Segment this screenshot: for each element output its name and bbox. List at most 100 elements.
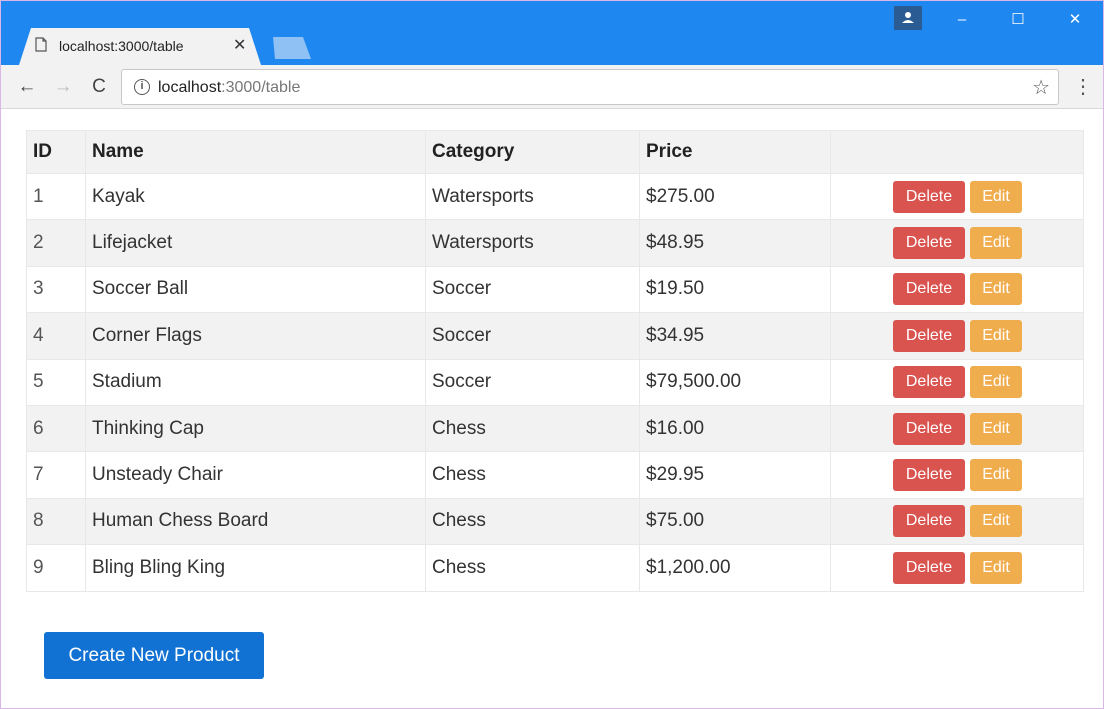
cell-price: $1,200.00 xyxy=(639,544,831,592)
delete-button[interactable]: Delete xyxy=(893,505,965,538)
table-row: 9 Bling Bling King Chess $1,200.00 Delete Edi… xyxy=(26,544,1084,592)
table-row: 2 Lifejacket Watersports $48.95 Delete Edit xyxy=(26,219,1084,267)
cell-actions: Delete Edit xyxy=(830,358,1084,406)
new-tab-button[interactable] xyxy=(273,37,311,59)
url-host: localhost xyxy=(158,79,222,96)
delete-button[interactable]: Delete xyxy=(893,551,965,584)
edit-button[interactable]: Edit xyxy=(970,273,1022,306)
cell-id: 8 xyxy=(26,497,86,546)
url-text: localhost:3000/table xyxy=(158,79,300,97)
cell-id: 3 xyxy=(26,265,86,314)
forward-icon[interactable]: → xyxy=(51,75,75,99)
cell-id: 4 xyxy=(26,312,86,360)
header-name: Name xyxy=(85,130,426,174)
edit-button[interactable]: Edit xyxy=(970,180,1022,213)
title-bar: localhost:3000/table ✕ – ☐ ✕ xyxy=(1,1,1103,65)
cell-price: $34.95 xyxy=(639,312,831,360)
cell-actions: Delete Edit xyxy=(830,312,1084,360)
cell-id: 1 xyxy=(26,172,86,221)
cell-price: $79,500.00 xyxy=(639,358,831,406)
table-row: 3 Soccer Ball Soccer $19.50 Delete Edit xyxy=(26,265,1084,314)
cell-category: Chess xyxy=(425,544,640,592)
cell-id: 6 xyxy=(26,404,86,453)
table-row: 1 Kayak Watersports $275.00 Delete Edit xyxy=(26,172,1084,221)
cell-actions: Delete Edit xyxy=(830,404,1084,453)
url-path: :3000/table xyxy=(221,79,301,96)
tab-title: localhost:3000/table xyxy=(59,38,184,54)
reload-icon[interactable]: C xyxy=(87,75,111,99)
cell-name: Thinking Cap xyxy=(85,404,426,453)
cell-category: Soccer xyxy=(425,265,640,314)
cell-actions: Delete Edit xyxy=(830,497,1084,546)
edit-button[interactable]: Edit xyxy=(970,505,1022,538)
cell-id: 7 xyxy=(26,451,86,499)
menu-icon[interactable]: ⋮ xyxy=(1073,75,1093,99)
delete-button[interactable]: Delete xyxy=(893,319,965,352)
cell-actions: Delete Edit xyxy=(830,265,1084,314)
header-category: Category xyxy=(425,130,640,174)
bookmark-star-icon[interactable]: ☆ xyxy=(1032,75,1050,100)
edit-button[interactable]: Edit xyxy=(970,412,1022,445)
maximize-icon[interactable]: ☐ xyxy=(1006,11,1030,29)
table-header-row: ID Name Category Price xyxy=(26,130,1084,174)
info-icon[interactable]: i xyxy=(134,79,150,95)
cell-name: Unsteady Chair xyxy=(85,451,426,499)
cell-name: Stadium xyxy=(85,358,426,406)
cell-name: Kayak xyxy=(85,172,426,221)
cell-price: $19.50 xyxy=(639,265,831,314)
cell-category: Chess xyxy=(425,451,640,499)
delete-button[interactable]: Delete xyxy=(893,459,965,492)
cell-name: Human Chess Board xyxy=(85,497,426,546)
cell-name: Soccer Ball xyxy=(85,265,426,314)
profile-button[interactable] xyxy=(894,6,922,30)
tab-close-icon[interactable]: ✕ xyxy=(233,35,246,55)
close-icon[interactable]: ✕ xyxy=(1063,11,1087,29)
header-actions xyxy=(830,130,1084,174)
header-id: ID xyxy=(26,130,86,174)
cell-price: $48.95 xyxy=(639,219,831,267)
cell-id: 5 xyxy=(26,358,86,406)
cell-actions: Delete Edit xyxy=(830,219,1084,267)
cell-actions: Delete Edit xyxy=(830,172,1084,221)
cell-category: Chess xyxy=(425,404,640,453)
delete-button[interactable]: Delete xyxy=(893,412,965,445)
cell-price: $275.00 xyxy=(639,172,831,221)
cell-category: Watersports xyxy=(425,219,640,267)
cell-price: $16.00 xyxy=(639,404,831,453)
cell-actions: Delete Edit xyxy=(830,451,1084,499)
cell-category: Watersports xyxy=(425,172,640,221)
create-new-product-button[interactable]: Create New Product xyxy=(44,632,264,679)
cell-price: $75.00 xyxy=(639,497,831,546)
cell-id: 9 xyxy=(26,544,86,592)
edit-button[interactable]: Edit xyxy=(970,227,1022,260)
delete-button[interactable]: Delete xyxy=(893,227,965,260)
products-table: ID Name Category Price 1 Kayak Watersports… xyxy=(26,130,1084,592)
table-row: 8 Human Chess Board Chess $75.00 Delete Edit xyxy=(26,497,1084,546)
address-bar[interactable]: i localhost:3000/table ☆ xyxy=(121,69,1059,105)
browser-tab[interactable]: localhost:3000/table ✕ xyxy=(19,28,261,65)
cell-category: Soccer xyxy=(425,358,640,406)
table-row: 4 Corner Flags Soccer $34.95 Delete Edit xyxy=(26,312,1084,360)
edit-button[interactable]: Edit xyxy=(970,459,1022,492)
page-icon xyxy=(35,37,47,52)
back-icon[interactable]: ← xyxy=(15,75,39,99)
page-content: ID Name Category Price 1 Kayak Watersports… xyxy=(1,109,1103,708)
delete-button[interactable]: Delete xyxy=(893,273,965,306)
cell-name: Corner Flags xyxy=(85,312,426,360)
cell-actions: Delete Edit xyxy=(830,544,1084,592)
delete-button[interactable]: Delete xyxy=(893,366,965,399)
cell-price: $29.95 xyxy=(639,451,831,499)
cell-name: Bling Bling King xyxy=(85,544,426,592)
table-row: 5 Stadium Soccer $79,500.00 Delete Edit xyxy=(26,358,1084,406)
edit-button[interactable]: Edit xyxy=(970,366,1022,399)
table-row: 6 Thinking Cap Chess $16.00 Delete Edit xyxy=(26,404,1084,453)
edit-button[interactable]: Edit xyxy=(970,319,1022,352)
person-icon xyxy=(902,12,914,23)
delete-button[interactable]: Delete xyxy=(893,180,965,213)
minimize-icon[interactable]: – xyxy=(950,11,974,29)
edit-button[interactable]: Edit xyxy=(970,551,1022,584)
cell-category: Soccer xyxy=(425,312,640,360)
cell-name: Lifejacket xyxy=(85,219,426,267)
header-price: Price xyxy=(639,130,831,174)
browser-window: localhost:3000/table ✕ – ☐ ✕ ← → C i loc… xyxy=(0,0,1104,709)
